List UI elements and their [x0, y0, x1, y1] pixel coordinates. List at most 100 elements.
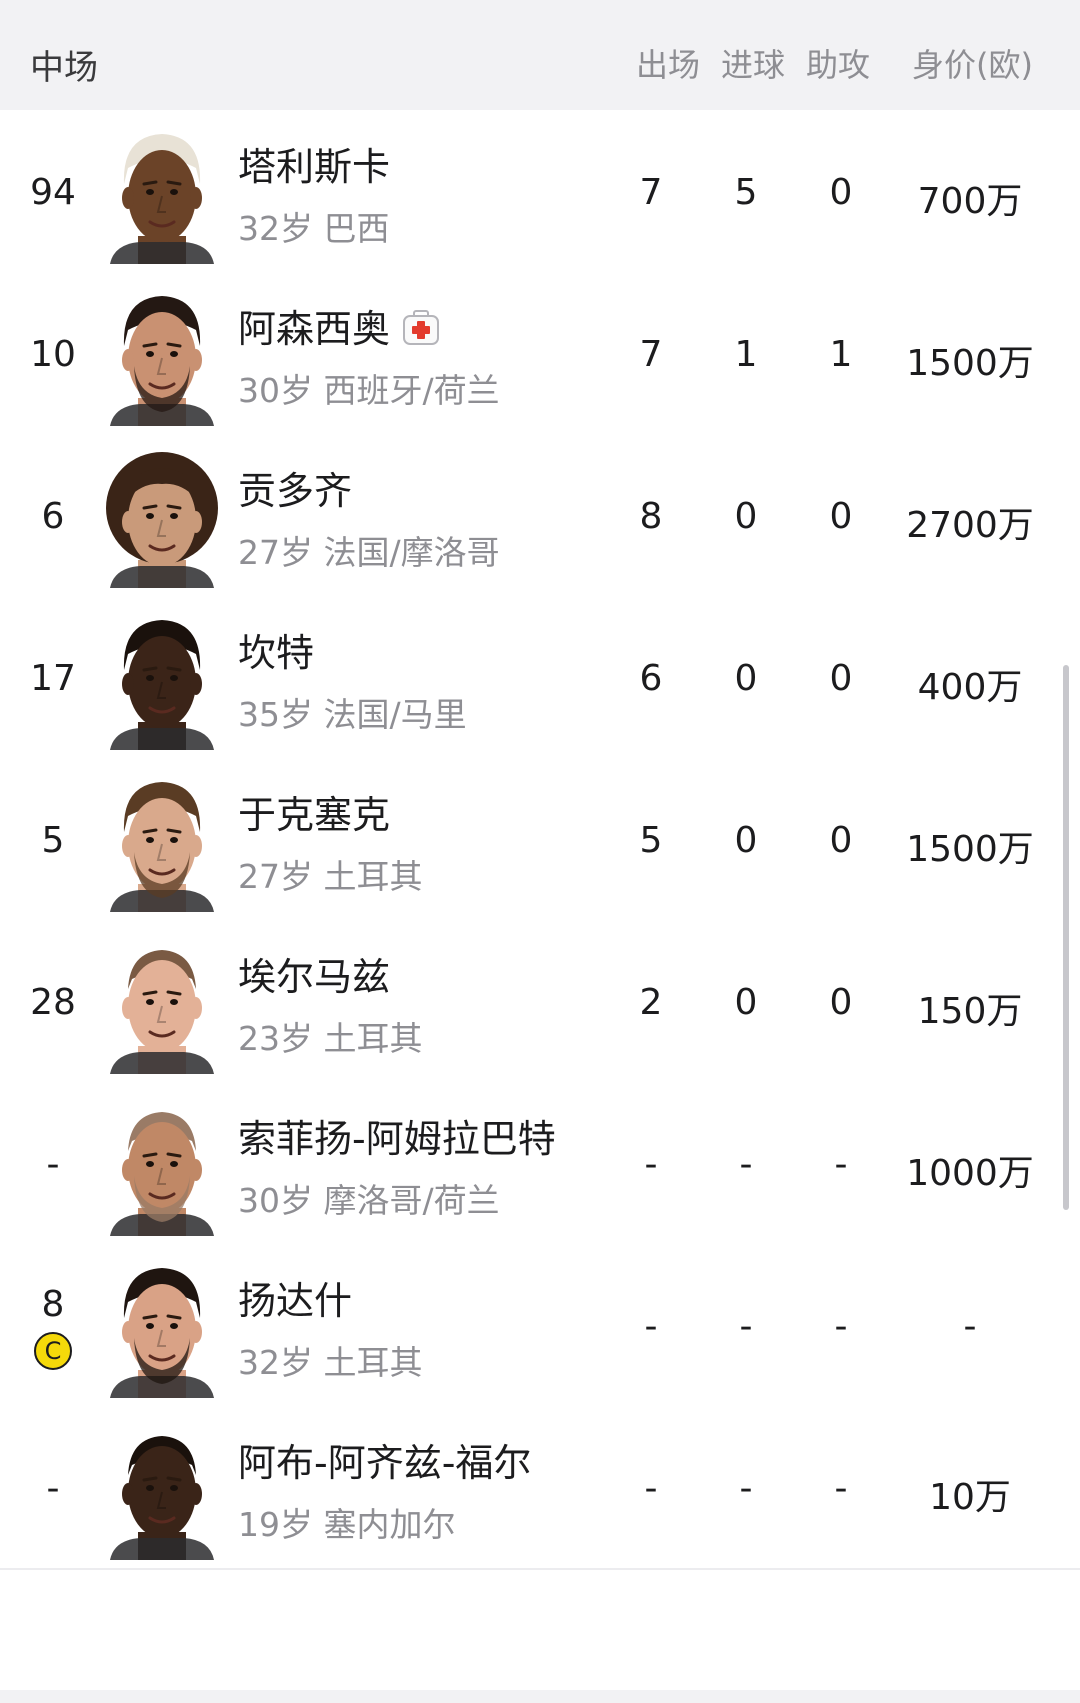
player-name: 索菲扬-阿姆拉巴特 — [238, 1117, 556, 1161]
player-name-line: 阿森西奥 — [238, 298, 440, 353]
col-appearances: 出场 — [635, 46, 700, 84]
market-value: 1500万 — [906, 829, 1034, 870]
assists-value: - — [834, 1468, 848, 1509]
player-name: 坎特 — [238, 631, 315, 675]
shirt-number: 5 — [41, 820, 65, 861]
player-avatar — [100, 286, 224, 426]
appearances-value: 6 — [639, 658, 663, 699]
player-name: 塔利斯卡 — [238, 145, 391, 189]
player-name: 埃尔马兹 — [238, 955, 391, 999]
assists-value: 0 — [829, 172, 853, 213]
player-age-nationality: 23岁 土耳其 — [238, 1019, 423, 1058]
shirt-number: 8 — [41, 1284, 65, 1325]
goals-value: 5 — [734, 172, 758, 213]
player-row[interactable]: 10 阿森西奥 30岁 西班牙/荷兰 7 1 1 1500万 — [0, 272, 1080, 436]
player-name-line: 坎特 — [238, 622, 314, 677]
player-avatar — [100, 124, 224, 264]
appearances-value: - — [644, 1144, 658, 1185]
assists-value: 0 — [829, 820, 853, 861]
market-value: 400万 — [917, 667, 1023, 708]
shirt-number: 94 — [30, 172, 76, 213]
player-row[interactable]: 17 坎特 35岁 法国/马里 6 0 0 400万 — [0, 596, 1080, 760]
player-name-line: 塔利斯卡 — [238, 136, 390, 191]
player-age-nationality: 27岁 土耳其 — [238, 857, 423, 896]
assists-value: - — [834, 1144, 848, 1185]
assists-value: 1 — [829, 334, 853, 375]
player-name: 阿布-阿齐兹-福尔 — [238, 1441, 532, 1485]
market-value: 1500万 — [906, 343, 1034, 384]
shirt-number: 10 — [30, 334, 76, 375]
goals-value: 0 — [734, 496, 758, 537]
player-avatar — [100, 1258, 224, 1398]
player-name-line: 于克塞克 — [238, 784, 390, 839]
player-avatar — [100, 610, 224, 750]
col-goals: 进球 — [720, 46, 785, 84]
player-avatar — [100, 772, 224, 912]
player-row[interactable]: 5 于克塞克 27岁 土耳其 5 0 0 1500万 — [0, 758, 1080, 922]
appearances-value: 8 — [639, 496, 663, 537]
goals-value: - — [739, 1468, 753, 1509]
shirt-number: - — [46, 1468, 60, 1509]
player-name-line: 阿布-阿齐兹-福尔 — [238, 1432, 531, 1487]
player-age-nationality: 35岁 法国/马里 — [238, 695, 467, 734]
squad-card: 中场 出场 进球 助攻 身价(欧) 94 塔利斯卡 32岁 巴西 7 5 0 7… — [0, 10, 1080, 1690]
player-name-line: 扬达什 — [238, 1270, 352, 1325]
goals-value: 1 — [734, 334, 758, 375]
appearances-value: - — [644, 1468, 658, 1509]
player-name-line: 索菲扬-阿姆拉巴特 — [238, 1108, 556, 1163]
appearances-value: 5 — [639, 820, 663, 861]
section-title: 中场 — [30, 48, 98, 88]
player-row[interactable]: 6 贡多齐 27岁 法国/摩洛哥 8 0 0 2700万 — [0, 434, 1080, 598]
market-value: 1000万 — [906, 1153, 1034, 1194]
assists-value: 0 — [829, 982, 853, 1023]
player-row[interactable]: 8 C 扬达什 32岁 土耳其 - - - - — [0, 1244, 1080, 1408]
player-name: 于克塞克 — [238, 793, 391, 837]
shirt-number: - — [46, 1144, 60, 1185]
player-row[interactable]: - 阿布-阿齐兹-福尔 19岁 塞内加尔 - - - 10万 — [0, 1406, 1080, 1570]
goals-value: 0 — [734, 820, 758, 861]
player-age-nationality: 30岁 西班牙/荷兰 — [238, 371, 500, 410]
market-value: 700万 — [917, 181, 1023, 222]
player-row[interactable]: 94 塔利斯卡 32岁 巴西 7 5 0 700万 — [0, 110, 1080, 274]
shirt-number: 28 — [30, 982, 76, 1023]
goals-value: 0 — [734, 982, 758, 1023]
market-value: 150万 — [917, 991, 1023, 1032]
player-name-line: 埃尔马兹 — [238, 946, 390, 1001]
market-value: 10万 — [929, 1477, 1011, 1518]
appearances-value: 7 — [639, 172, 663, 213]
assists-value: - — [834, 1306, 848, 1347]
player-row[interactable]: 28 埃尔马兹 23岁 土耳其 2 0 0 150万 — [0, 920, 1080, 1084]
goals-value: 0 — [734, 658, 758, 699]
player-age-nationality: 27岁 法国/摩洛哥 — [238, 533, 500, 572]
player-age-nationality: 32岁 巴西 — [238, 209, 390, 248]
medical-kit-icon — [402, 309, 440, 346]
appearances-value: - — [644, 1306, 658, 1347]
player-name: 扬达什 — [238, 1279, 353, 1323]
player-name-line: 贡多齐 — [238, 460, 352, 515]
col-assists: 助攻 — [805, 46, 870, 84]
player-name: 贡多齐 — [238, 469, 353, 513]
col-market-value: 身价(欧) — [912, 46, 1033, 84]
player-avatar — [100, 448, 224, 588]
player-age-nationality: 32岁 土耳其 — [238, 1343, 423, 1382]
player-avatar — [100, 1420, 224, 1560]
goals-value: - — [739, 1144, 753, 1185]
table-header: 中场 出场 进球 助攻 身价(欧) — [0, 10, 1080, 110]
player-age-nationality: 30岁 摩洛哥/荷兰 — [238, 1181, 500, 1220]
appearances-value: 2 — [639, 982, 663, 1023]
assists-value: 0 — [829, 658, 853, 699]
goals-value: - — [739, 1306, 753, 1347]
player-age-nationality: 19岁 塞内加尔 — [238, 1505, 456, 1544]
captain-badge-icon: C — [34, 1332, 72, 1370]
player-name: 阿森西奥 — [238, 307, 391, 351]
shirt-number: 17 — [30, 658, 76, 699]
player-avatar — [100, 934, 224, 1074]
assists-value: 0 — [829, 496, 853, 537]
player-row[interactable]: - 索菲扬-阿姆拉巴特 30岁 摩洛哥/荷兰 - - - 1000万 — [0, 1082, 1080, 1246]
appearances-value: 7 — [639, 334, 663, 375]
market-value: 2700万 — [906, 505, 1034, 546]
market-value: - — [963, 1306, 977, 1347]
player-avatar — [100, 1096, 224, 1236]
shirt-number: 6 — [41, 496, 65, 537]
scrollbar[interactable] — [1063, 665, 1069, 1210]
